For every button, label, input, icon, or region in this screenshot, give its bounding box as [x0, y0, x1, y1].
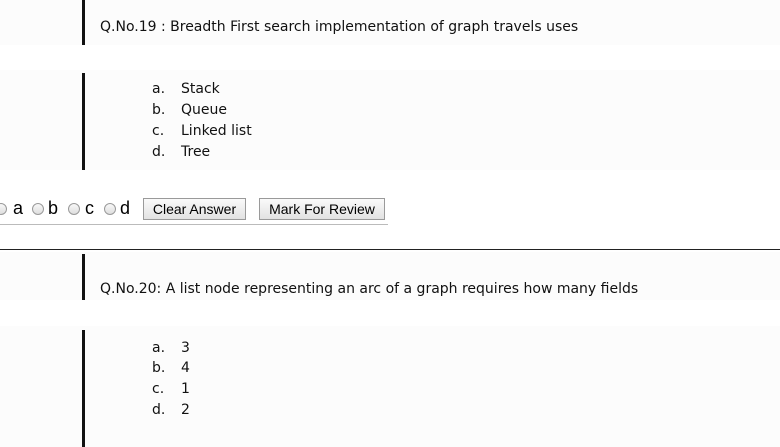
radio-c[interactable] [68, 203, 80, 215]
question-20-bar [82, 254, 85, 300]
question-20-text: Q.No.20: A list node representing an arc… [100, 281, 639, 297]
option-20-b: b. 4 [152, 360, 190, 376]
option-19-a: a. Stack [152, 81, 220, 97]
question-20-header: Q.No.20: A list node representing an arc… [0, 252, 780, 300]
radio-label-d: d [120, 198, 131, 218]
question-19-options: a. Stack b. Queue c. Linked list d. Tree [0, 70, 780, 170]
option-19-d: d. Tree [152, 144, 211, 160]
clear-answer-button[interactable]: Clear Answer [143, 198, 246, 220]
option-19-c: c. Linked list [152, 123, 252, 139]
question-20-options-bar [82, 330, 85, 447]
option-20-c: c. 1 [152, 381, 190, 397]
radio-label-a: a [13, 198, 24, 218]
answer-row-19: a b c d Clear Answer Mark For Review [0, 196, 388, 225]
mark-for-review-button[interactable]: Mark For Review [259, 198, 385, 220]
radio-b[interactable] [32, 203, 44, 215]
option-19-b: b. Queue [152, 102, 227, 118]
question-19-text: Q.No.19 : Breadth First search implement… [100, 19, 579, 35]
question-19-bar [82, 0, 85, 45]
option-20-a: a. 3 [152, 340, 190, 356]
radio-a[interactable] [0, 203, 7, 215]
question-19-header: Q.No.19 : Breadth First search implement… [0, 0, 780, 45]
question-19-options-bar [82, 73, 85, 170]
radio-label-b: b [48, 198, 59, 218]
radio-label-c: c [85, 198, 94, 218]
option-20-d: d. 2 [152, 402, 190, 418]
radio-d[interactable] [104, 203, 116, 215]
question-20-options: a. 3 b. 4 c. 1 d. 2 [0, 326, 780, 447]
question-divider [0, 249, 780, 250]
